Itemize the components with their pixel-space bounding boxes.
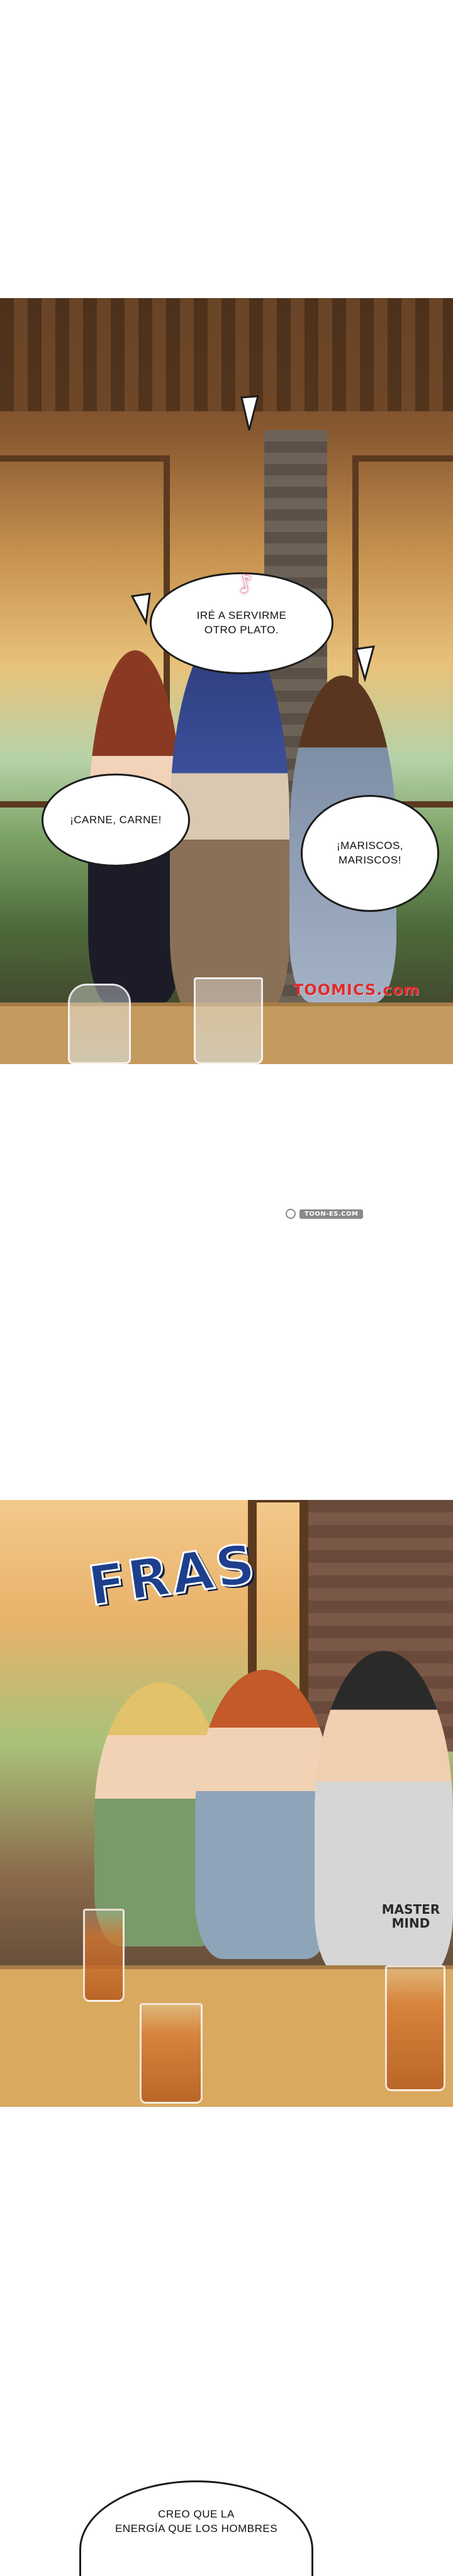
tail-top-bubble	[240, 395, 259, 431]
speech-bubble-bottom: CREO QUE LA ENERGÍA QUE LOS HOMBRES	[79, 2480, 313, 2576]
man-redhead	[195, 1670, 333, 1959]
sound-effect: FRAS	[84, 1531, 262, 1619]
panel-men-eating: MASTER MIND FRAS	[0, 1500, 453, 2107]
master-mind-shirt-print: MASTER MIND	[381, 1902, 440, 1931]
toon-es-watermark: TOON-ES.COM	[286, 1209, 364, 1219]
bubble-tails	[130, 395, 376, 683]
tail-left-bubble	[130, 592, 151, 626]
iced-tea-glass-center	[140, 2003, 203, 2104]
iced-tea-glass-left	[83, 1909, 125, 2002]
badge-label: TOON-ES.COM	[299, 1209, 364, 1219]
iced-tea-glass-right	[385, 1965, 445, 2091]
tail-right-bubble	[355, 645, 376, 683]
badge-circle-icon	[286, 1209, 296, 1219]
